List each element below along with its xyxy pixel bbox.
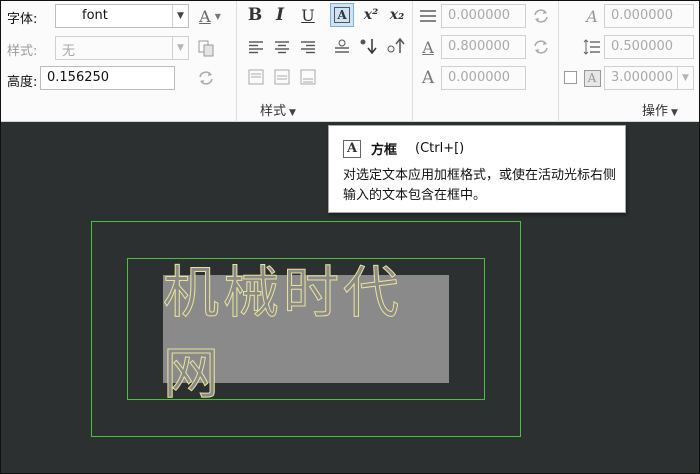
line-spacing-input[interactable]: 0.000000 — [441, 4, 526, 28]
boxed-text-icon: A — [334, 7, 350, 23]
tracking-icon: A — [586, 6, 598, 26]
tooltip-title-row: A 方框 (Ctrl+[) — [343, 139, 464, 158]
ribbon-separator — [412, 1, 413, 122]
italic-button[interactable]: I — [269, 4, 291, 26]
width-factor-icon: A — [422, 37, 434, 57]
ops-group-label[interactable]: 操作 ▼ — [642, 100, 678, 119]
mtext-editor-box[interactable]: 机械时代网 — [163, 261, 449, 408]
line-spacing-icon — [417, 5, 439, 27]
align-center-icon — [275, 41, 289, 54]
underline-button[interactable]: U — [297, 4, 319, 26]
paragraph-bottom-button[interactable] — [297, 66, 319, 88]
match-style-button[interactable] — [195, 37, 217, 59]
chevron-down-icon[interactable]: ▼ — [172, 5, 188, 27]
style-label: 样式: — [7, 44, 38, 59]
copy-format-icon — [198, 40, 214, 57]
point-down-arrow-icon — [360, 39, 377, 55]
mtext-content[interactable]: 机械时代网 — [163, 248, 449, 410]
line-spacing-annotative-button[interactable] — [530, 5, 552, 27]
chevron-down-icon: ▼ — [214, 11, 221, 21]
chevron-down-icon: ▼ — [289, 108, 296, 118]
boxed-tooltip: A 方框 (Ctrl+[) 对选定文本应用加框格式，或使在活动光标右侧输入的文本… — [328, 125, 626, 213]
font-combo-value: font — [82, 8, 108, 23]
line-spacing-value: 0.000000 — [448, 8, 511, 23]
height-label: 高度: — [7, 75, 38, 90]
chevron-down-icon: ▼ — [671, 108, 678, 118]
width-factor-value: 0.800000 — [448, 39, 511, 54]
align-center-button[interactable] — [271, 36, 293, 58]
background-mask-checkbox[interactable] — [564, 71, 577, 84]
font-label: 字体: — [7, 12, 38, 27]
align-left-icon — [249, 41, 263, 54]
width-factor-annotative-button[interactable] — [530, 36, 552, 58]
chevron-down-icon[interactable]: ▼ — [677, 67, 693, 89]
style-combo[interactable]: 无 ▼ — [55, 36, 189, 60]
style-group-label[interactable]: 样式 ▼ — [260, 100, 296, 119]
font-combo[interactable]: font ▼ — [55, 4, 189, 28]
tracking-value: 0.000000 — [611, 8, 674, 23]
style-combo-value: 无 — [62, 44, 76, 59]
refresh-arrows-icon — [534, 9, 548, 23]
frame-bottom-icon — [300, 69, 316, 85]
text-editor-ribbon: 字体: font ▼ A ▼ 样式: 无 ▼ 高度: 0.156250 B I … — [1, 1, 699, 122]
background-mask-combo[interactable]: 3.000000 ▼ — [604, 66, 694, 90]
align-right-icon — [301, 41, 315, 54]
tracking-input[interactable]: 0.000000 — [604, 4, 694, 28]
line-space-icon — [581, 36, 603, 58]
oblique-angle-icon: A — [421, 68, 435, 88]
text-color-icon: A — [199, 6, 211, 26]
subscript-button[interactable]: x₂ — [384, 4, 410, 26]
ribbon-separator — [236, 1, 237, 122]
superscript-button[interactable]: x² — [358, 4, 384, 26]
background-mask-value: 3.000000 — [611, 70, 674, 85]
frame-middle-icon — [274, 69, 290, 85]
background-mask-icon: A — [581, 67, 603, 89]
insert-column-button[interactable] — [385, 35, 407, 57]
tooltip-command-name: 方框 — [371, 143, 398, 158]
tooltip-shortcut: (Ctrl+[) — [415, 141, 465, 156]
line-space-value: 0.500000 — [611, 39, 674, 54]
paragraph-top-button[interactable] — [245, 66, 267, 88]
height-input-value: 0.156250 — [47, 70, 110, 85]
boxed-text-icon: A — [343, 139, 361, 158]
oblique-angle-input[interactable]: 0.000000 — [441, 66, 526, 90]
circle-up-arrow-icon — [387, 37, 405, 53]
style-group-label-text: 样式 — [260, 104, 287, 119]
annotative-toggle-button[interactable] — [195, 67, 217, 89]
insert-point-button[interactable] — [357, 35, 379, 57]
chevron-down-icon[interactable]: ▼ — [172, 37, 188, 59]
ribbon-separator — [558, 1, 559, 122]
oblique-angle-value: 0.000000 — [448, 70, 511, 85]
boxed-button[interactable]: A — [330, 3, 354, 27]
bold-button[interactable]: B — [244, 4, 266, 26]
frame-top-icon — [248, 69, 264, 85]
refresh-arrows-icon — [199, 71, 213, 85]
line-space-input[interactable]: 0.500000 — [604, 35, 694, 59]
width-factor-input[interactable]: 0.800000 — [441, 35, 526, 59]
paragraph-middle-button[interactable] — [271, 66, 293, 88]
height-input[interactable]: 0.156250 — [40, 66, 175, 90]
text-color-button[interactable]: A ▼ — [193, 5, 227, 27]
stack-fraction-icon — [335, 39, 349, 53]
ops-group-label-text: 操作 — [642, 104, 669, 119]
align-right-button[interactable] — [297, 36, 319, 58]
app-window: 字体: font ▼ A ▼ 样式: 无 ▼ 高度: 0.156250 B I … — [0, 0, 700, 474]
stack-button[interactable] — [331, 36, 353, 58]
refresh-arrows-icon — [534, 40, 548, 54]
tooltip-description: 对选定文本应用加框格式，或使在活动光标右侧输入的文本包含在框中。 — [343, 168, 617, 203]
align-left-button[interactable] — [245, 36, 267, 58]
